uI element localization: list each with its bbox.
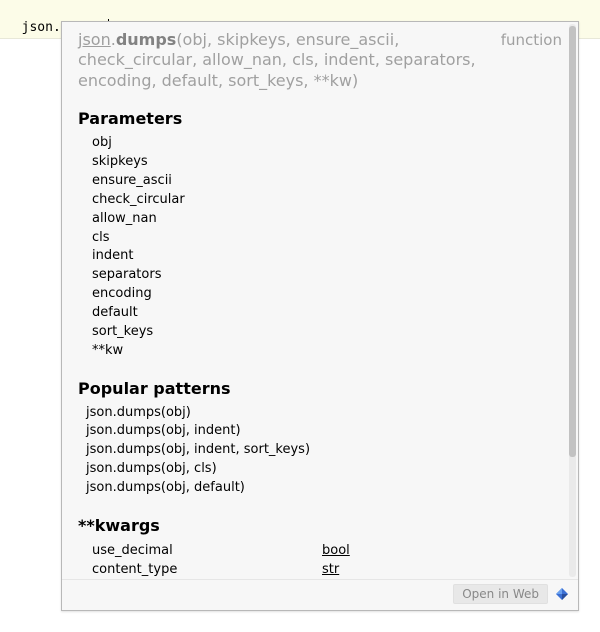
kwargs-list: use_decimalboolcontent_typestrmimetypest…	[92, 541, 562, 579]
parameter-item: obj	[92, 134, 562, 153]
parameter-item: separators	[92, 266, 562, 285]
scrollbar-thumb[interactable]	[569, 26, 576, 457]
kwarg-name: content_type	[92, 560, 322, 579]
doc-scroll-viewport: json.dumps(obj, skipkeys, ensure_ascii, …	[62, 22, 578, 579]
parameter-item: allow_nan	[92, 210, 562, 229]
parameter-item: **kw	[92, 342, 562, 361]
pattern-item: json.dumps(obj)	[86, 404, 562, 423]
pattern-item: json.dumps(obj, indent)	[86, 422, 562, 441]
parameter-item: cls	[92, 229, 562, 248]
parameter-item: indent	[92, 247, 562, 266]
parameter-item: check_circular	[92, 191, 562, 210]
parameters-list: objskipkeysensure_asciicheck_circularall…	[92, 134, 562, 360]
kwargs-heading: **kwargs	[78, 516, 562, 535]
parameter-item: ensure_ascii	[92, 172, 562, 191]
parameter-item: encoding	[92, 285, 562, 304]
kwarg-row: use_decimalbool	[92, 541, 562, 561]
kite-logo-icon	[554, 586, 570, 602]
open-in-web-button[interactable]: Open in Web	[453, 584, 548, 604]
patterns-heading: Popular patterns	[78, 379, 562, 398]
signature-row: json.dumps(obj, skipkeys, ensure_ascii, …	[78, 30, 562, 91]
scrollbar-track[interactable]	[569, 24, 576, 577]
pattern-item: json.dumps(obj, cls)	[86, 460, 562, 479]
kwarg-type[interactable]: bool	[322, 541, 350, 561]
kwarg-name: use_decimal	[92, 541, 322, 561]
code-dot: .	[53, 20, 61, 35]
symbol-kind: function	[501, 30, 562, 49]
signature-text: json.dumps(obj, skipkeys, ensure_ascii, …	[78, 30, 493, 91]
popup-footer: Open in Web	[62, 579, 578, 610]
parameter-item: default	[92, 304, 562, 323]
kwarg-type[interactable]: str	[322, 560, 339, 579]
doc-popup: json.dumps(obj, skipkeys, ensure_ascii, …	[61, 21, 579, 611]
code-module: json	[22, 20, 53, 35]
kwarg-row: content_typestr	[92, 560, 562, 579]
signature-func: dumps	[116, 30, 177, 49]
pattern-item: json.dumps(obj, indent, sort_keys)	[86, 441, 562, 460]
parameters-heading: Parameters	[78, 109, 562, 128]
pattern-item: json.dumps(obj, default)	[86, 479, 562, 498]
parameter-item: skipkeys	[92, 153, 562, 172]
signature-module[interactable]: json	[78, 30, 111, 49]
patterns-list: json.dumps(obj)json.dumps(obj, indent)js…	[86, 404, 562, 498]
parameter-item: sort_keys	[92, 323, 562, 342]
